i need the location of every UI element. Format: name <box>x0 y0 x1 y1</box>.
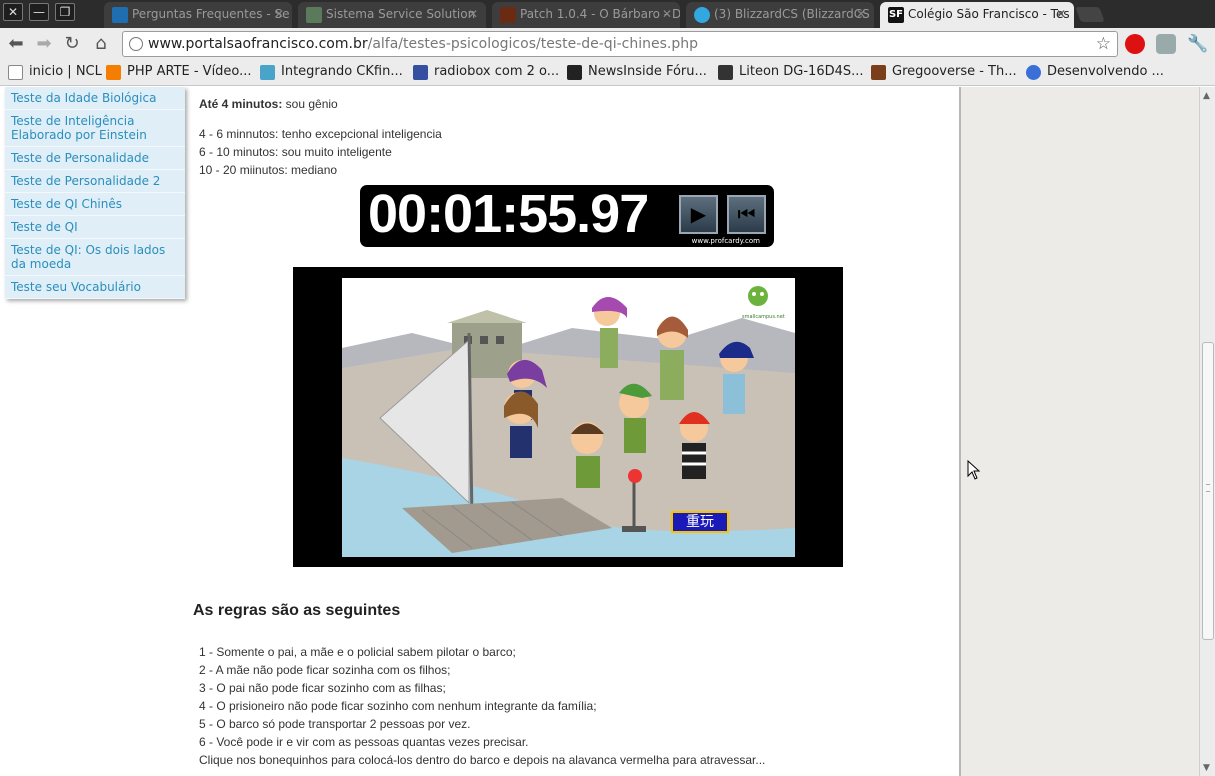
reset-button[interactable]: ⏮ <box>727 195 766 234</box>
reload-icon[interactable]: ↻ <box>62 34 82 54</box>
restore-window-button[interactable]: ❐ <box>55 3 75 21</box>
swirl-icon <box>1026 65 1041 80</box>
tab-colegio-sao-francisco[interactable]: SF Colégio São Francisco - Tes ✕ <box>880 2 1074 28</box>
sf-icon: SF <box>888 7 904 23</box>
new-tab-button[interactable] <box>1075 7 1105 22</box>
play-icon: ▶ <box>690 202 707 226</box>
bookmark-item[interactable]: Integrando CKfin... <box>260 64 403 80</box>
side-menu-link[interactable]: Teste de Personalidade <box>5 147 185 170</box>
score-line: 6 - 10 minutos: sou muito inteligente <box>199 145 392 159</box>
bookmark-item[interactable]: Liteon DG-16D4S... <box>718 64 864 80</box>
bookmark-item[interactable]: Gregooverse - Th... <box>871 64 1017 80</box>
rule-line: 1 - Somente o pai, a mãe e o policial sa… <box>199 645 516 659</box>
back-arrow-icon[interactable]: ⬅ <box>6 34 26 54</box>
globe-icon <box>129 37 143 51</box>
scroll-down-arrow-icon[interactable]: ▼ <box>1203 763 1210 773</box>
home-icon[interactable]: ⌂ <box>91 34 111 54</box>
grid-extension-icon[interactable] <box>1156 34 1176 54</box>
url-path: /alfa/testes-psicologicos/teste-de-qi-ch… <box>367 36 698 52</box>
tab-strip: ✕ — ❐ Perguntas Frequentes - Se ✕ Sistem… <box>0 0 1215 28</box>
stopwatch-credit: www.profcardy.com <box>691 237 760 245</box>
close-tab-icon[interactable]: ✕ <box>468 7 478 21</box>
browser-toolbar: ⬅ ➡ ↻ ⌂ www.portalsaofrancisco.com.br/al… <box>0 28 1215 60</box>
diablo-d-icon <box>500 7 516 23</box>
bookmark-star-icon[interactable]: ☆ <box>1096 34 1111 54</box>
address-bar[interactable]: www.portalsaofrancisco.com.br/alfa/teste… <box>122 31 1118 57</box>
rule-line: 2 - A mãe não pode ficar sozinha com os … <box>199 663 451 677</box>
rule-line: Clique nos bonequinhos para colocá-los d… <box>199 753 766 767</box>
close-tab-icon[interactable]: ✕ <box>856 7 866 21</box>
reset-icon: ⏮ <box>737 202 756 226</box>
tab-blizzardcs[interactable]: (3) BlizzardCS (BlizzardCS ✕ <box>686 2 874 28</box>
page-icon <box>8 65 23 80</box>
rule-line: 4 - O prisioneiro não pode ficar sozinho… <box>199 699 597 713</box>
side-menu-link[interactable]: Teste de QI Chinês <box>5 193 185 216</box>
close-window-button[interactable]: ✕ <box>3 3 23 21</box>
page-scrollbar[interactable]: ▲ ▼ <box>1199 87 1215 776</box>
score-line: 4 - 6 minnutos: tenho excepcional inteli… <box>199 127 442 141</box>
service-icon <box>306 7 322 23</box>
side-menu-link[interactable]: Teste seu Vocabulário <box>5 276 185 299</box>
mouse-cursor-icon <box>967 460 981 480</box>
bookmark-item[interactable]: NewsInside Fóru... <box>567 64 707 80</box>
scrollbar-thumb[interactable] <box>1202 342 1214 640</box>
side-menu-link[interactable]: Teste de Inteligência Elaborado por Eins… <box>5 110 185 147</box>
play-button[interactable]: ▶ <box>679 195 718 234</box>
scroll-up-arrow-icon[interactable]: ▲ <box>1203 91 1210 101</box>
close-tab-icon[interactable]: ✕ <box>1056 7 1066 21</box>
bookmark-item[interactable]: inicio | NCL <box>8 64 102 80</box>
side-menu-link[interactable]: Teste de Personalidade 2 <box>5 170 185 193</box>
stopwatch-time: 00:01:55.97 <box>368 184 649 244</box>
right-panel <box>959 87 1199 776</box>
nf-icon <box>567 65 582 80</box>
side-menu-link[interactable]: Teste de QI <box>5 216 185 239</box>
tab-sistema-service[interactable]: Sistema Service Solution ✕ <box>298 2 486 28</box>
bookmark-item[interactable]: PHP ARTE - Vídeo... <box>106 64 252 80</box>
game-logo-text: smallcampus.net <box>742 314 785 320</box>
close-tab-icon[interactable]: ✕ <box>662 7 672 21</box>
tab-patch[interactable]: Patch 1.0.4 - O Bárbaro - D ✕ <box>492 2 680 28</box>
stopwatch-widget: 00:01:55.97 ▶ ⏮ www.profcardy.com <box>360 184 774 247</box>
bookmark-item[interactable]: radiobox com 2 o... <box>413 64 559 80</box>
diablo-icon <box>112 7 128 23</box>
side-menu: Teste da Idade Biológica Teste de Inteli… <box>5 87 185 299</box>
rules-heading: As regras são as seguintes <box>193 602 401 619</box>
rule-line: 6 - Você pode ir e vir com as pessoas qu… <box>199 735 529 749</box>
bookmarks-bar: inicio | NCL PHP ARTE - Vídeo... Integra… <box>0 60 1215 86</box>
bookmark-item[interactable]: Desenvolvendo ... <box>1026 64 1164 80</box>
river-crossing-game[interactable]: smallcampus.net 重玩 <box>293 267 843 567</box>
twitter-bird-icon <box>694 7 710 23</box>
rule-line: 5 - O barco só pode transportar 2 pessoa… <box>199 717 471 731</box>
replay-button[interactable]: 重玩 <box>671 511 729 533</box>
scroll-grip-icon <box>1206 484 1210 492</box>
url-text: www.portalsaofrancisco.com.br/alfa/teste… <box>148 36 698 52</box>
score-line: 10 - 20 miinutos: mediano <box>199 163 338 177</box>
wrench-icon[interactable]: 🔧 <box>1187 34 1208 54</box>
forward-arrow-icon[interactable]: ➡ <box>34 34 54 54</box>
adblock-extension-icon[interactable] <box>1125 34 1145 54</box>
tab-perguntas-frequentes[interactable]: Perguntas Frequentes - Se ✕ <box>104 2 292 28</box>
blogger-icon <box>106 65 121 80</box>
score-line: Até 4 minutos: sou gênio <box>199 97 338 111</box>
film-icon <box>871 65 886 80</box>
minimize-window-button[interactable]: — <box>29 3 49 21</box>
dx-icon <box>718 65 733 80</box>
web-page: Teste da Idade Biológica Teste de Inteli… <box>0 87 1199 776</box>
cube-icon <box>260 65 275 80</box>
side-menu-link[interactable]: Teste de QI: Os dois lados da moeda <box>5 239 185 276</box>
close-tab-icon[interactable]: ✕ <box>274 7 284 21</box>
slash-icon <box>413 65 428 80</box>
url-domain: www.portalsaofrancisco.com.br <box>148 36 368 52</box>
side-menu-link[interactable]: Teste da Idade Biológica <box>5 87 185 110</box>
rule-line: 3 - O pai não pode ficar sozinho com as … <box>199 681 446 695</box>
